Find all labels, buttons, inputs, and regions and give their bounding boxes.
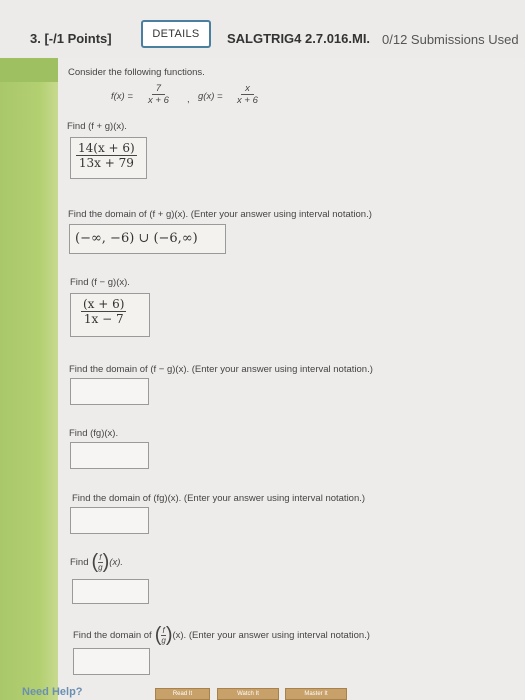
f-fraction: 7 x + 6 [144,83,173,106]
g-numerator: x [241,83,254,95]
part7-prompt-suffix: (x). [109,556,123,568]
part8-prompt: Find the domain of ( f g ) (x). (Enter y… [73,624,370,646]
part5-answer-box[interactable] [70,442,149,469]
problem-intro: Consider the following functions. [68,67,205,78]
question-status-stripe-top [0,58,58,82]
question-status-stripe [0,58,58,700]
question-id: SALGTRIG4 2.7.016.MI. [227,31,371,46]
part8-prompt-suffix: (x). (Enter your answer using interval n… [172,629,370,641]
g-denominator: x + 6 [237,95,258,106]
part7-answer-box[interactable] [72,579,149,604]
part6-answer-box[interactable] [70,507,149,534]
part3-answer-numerator: (x + 6) [81,297,127,312]
master-it-button[interactable]: Master It [285,688,347,700]
part8-answer-box[interactable] [73,648,150,675]
details-button[interactable]: DETAILS [141,20,211,48]
g-fraction: x x + 6 [233,83,262,106]
part7-prompt: Find ( f g ) (x). [70,551,123,573]
part3-answer: (x + 6) 1x − 7 [81,297,127,326]
part8-prompt-prefix: Find the domain of [73,629,152,641]
question-number: 3. [-/1 Points] [30,31,112,46]
part1-prompt: Find (f + g)(x). [67,121,127,132]
part1-answer-denominator: 13x + 79 [78,156,134,170]
comma: , [187,94,190,105]
part7-prompt-prefix: Find [70,556,89,568]
f-numerator: 7 [151,83,166,95]
part2-prompt: Find the domain of (f + g)(x). (Enter yo… [68,209,372,220]
part4-answer-box[interactable] [70,378,149,405]
part4-prompt: Find the domain of (f − g)(x). (Enter yo… [69,364,373,375]
part5-prompt: Find (fg)(x). [69,428,119,439]
part2-answer: (−∞, −6) ∪ (−6,∞) [75,231,198,246]
g-label: g(x) = [198,91,223,102]
question-header [0,0,525,58]
watch-it-button[interactable]: Watch It [217,688,279,700]
part3-answer-denominator: 1x − 7 [83,312,124,326]
f-denominator: x + 6 [148,95,169,106]
need-help-label: Need Help? [22,686,83,698]
submissions-count: 0/12 Submissions Used [382,32,519,47]
f-label: f(x) = [111,91,133,102]
read-it-button[interactable]: Read It [155,688,210,700]
part6-prompt: Find the domain of (fg)(x). (Enter your … [72,493,366,504]
part1-answer: 14(x + 6) 13x + 79 [76,141,137,170]
part3-prompt: Find (f − g)(x). [70,277,130,288]
part1-answer-numerator: 14(x + 6) [76,141,137,156]
